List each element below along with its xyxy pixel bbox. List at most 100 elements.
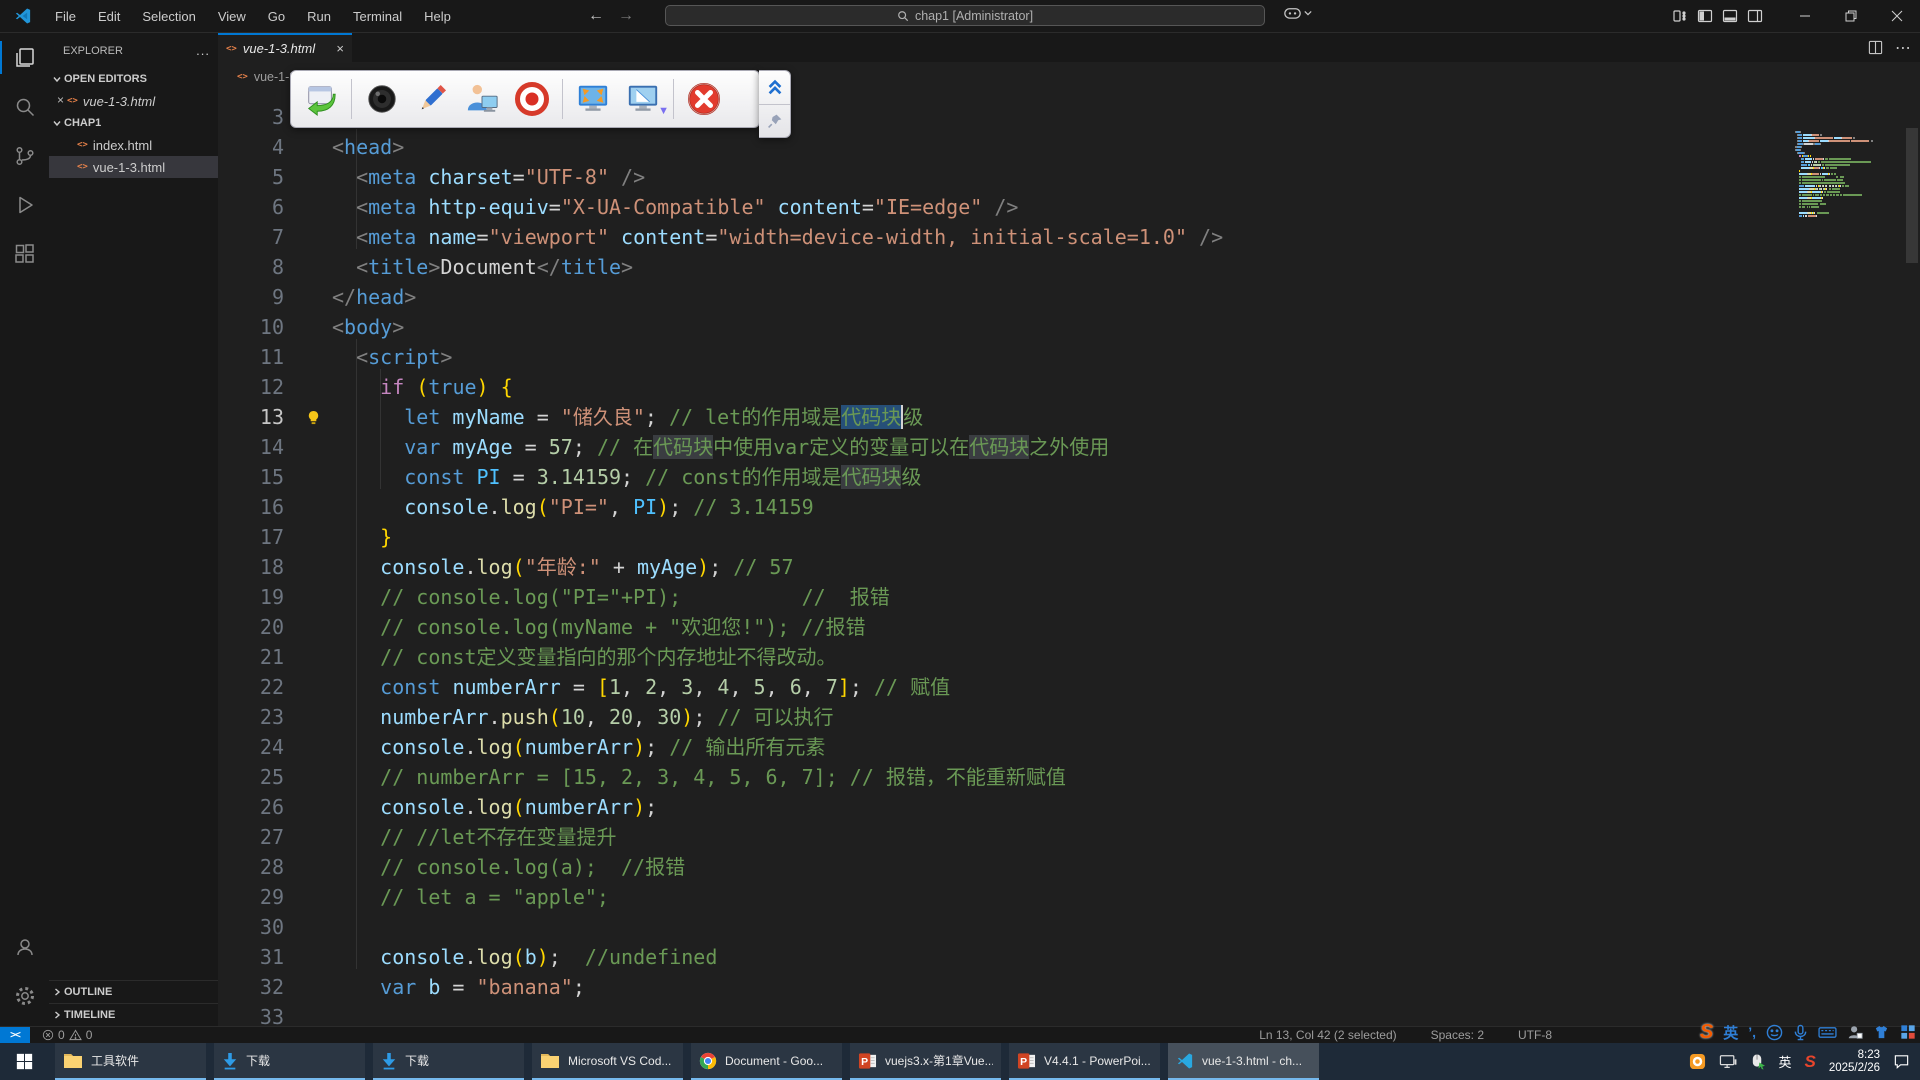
fullscreen-capture-icon[interactable] [571, 75, 615, 123]
settings-gear-icon[interactable] [0, 971, 49, 1020]
lightbulb-icon[interactable] [306, 402, 321, 432]
presenter-icon[interactable] [460, 75, 504, 123]
tray-display-icon[interactable] [1719, 1054, 1737, 1070]
problems-indicator[interactable]: 0 0 [42, 1028, 92, 1042]
code-line[interactable]: 4<head> [218, 132, 1920, 162]
code-line[interactable]: 33 [218, 1002, 1920, 1026]
run-debug-icon[interactable] [0, 180, 49, 229]
menu-item-run[interactable]: Run [298, 5, 340, 28]
toggle-primary-sidebar-icon[interactable] [1697, 8, 1713, 24]
code-line[interactable]: 12 if (true) { [218, 372, 1920, 402]
shirt-icon[interactable] [1873, 1024, 1890, 1040]
toggle-panel-icon[interactable] [1722, 8, 1738, 24]
sidebar-more-icon[interactable]: ... [196, 43, 210, 58]
sogou-logo-icon[interactable]: S [1700, 1021, 1713, 1044]
toggle-secondary-sidebar-icon[interactable] [1747, 8, 1763, 24]
keyboard-icon[interactable] [1818, 1025, 1837, 1040]
code-line[interactable]: 28 // console.log(a); //报错 [218, 852, 1920, 882]
stop-icon[interactable] [682, 75, 726, 123]
smiley-icon[interactable] [1766, 1024, 1783, 1041]
tab-close-icon[interactable]: × [336, 41, 344, 56]
section-header-chap1[interactable]: CHAP1 [49, 112, 218, 134]
code-line[interactable]: 31 console.log(b); //undefined [218, 942, 1920, 972]
taskbar-button-vue-1-3.html---ch...[interactable]: vue-1-3.html - ch... [1168, 1043, 1319, 1080]
record-icon[interactable] [510, 75, 554, 123]
taskbar-button-下载[interactable]: 下载 [214, 1043, 365, 1080]
code-line[interactable]: 32 var b = "banana"; [218, 972, 1920, 1002]
lens-icon[interactable] [360, 75, 404, 123]
code-line[interactable]: 9</head> [218, 282, 1920, 312]
collapse-up-icon[interactable] [759, 71, 790, 104]
back-button[interactable]: ← [588, 7, 604, 25]
ime-punctuation-toggle[interactable]: ’, [1748, 1024, 1756, 1040]
menu-item-selection[interactable]: Selection [133, 5, 204, 28]
code-line[interactable]: 29 // let a = "apple"; [218, 882, 1920, 912]
taskbar-button-Document---Goo...[interactable]: Document - Goo... [691, 1043, 842, 1080]
close-icon[interactable] [1874, 0, 1920, 32]
code-line[interactable]: 30 [218, 912, 1920, 942]
code-line[interactable]: 18 console.log("年龄:" + myAge); // 57 [218, 552, 1920, 582]
restore-window-icon[interactable] [299, 75, 343, 123]
section-header-open-editors[interactable]: OPEN EDITORS [49, 68, 218, 90]
code-line[interactable]: 21 // const定义变量指向的那个内存地址不得改动。 [218, 642, 1920, 672]
menu-item-help[interactable]: Help [415, 5, 460, 28]
tray-recorder-icon[interactable] [1689, 1053, 1706, 1070]
tab-vue-1-3[interactable]: <> vue-1-3.html × [218, 33, 352, 62]
taskbar-button-vuejs3.x-第1章Vue...[interactable]: Pvuejs3.x-第1章Vue... [850, 1043, 1001, 1080]
command-center-search[interactable]: chap1 [Administrator] [665, 5, 1265, 26]
section-header-outline[interactable]: OUTLINE [49, 980, 218, 1003]
restore-icon[interactable] [1828, 0, 1874, 32]
menu-item-view[interactable]: View [209, 5, 255, 28]
minimize-icon[interactable] [1782, 0, 1828, 32]
forward-button[interactable]: → [618, 7, 634, 25]
tray-sogou-icon[interactable]: S [1804, 1052, 1815, 1072]
file-item-index.html[interactable]: <>index.html [49, 134, 218, 156]
mic-icon[interactable] [1793, 1024, 1808, 1041]
encoding[interactable]: UTF-8 [1518, 1028, 1552, 1042]
indentation[interactable]: Spaces: 2 [1431, 1028, 1484, 1042]
explorer-view-icon[interactable] [0, 33, 49, 82]
account-icon[interactable] [0, 922, 49, 971]
region-capture-icon[interactable]: ▼ [621, 75, 665, 123]
ime-mode-toggle[interactable]: 英 [1723, 1022, 1738, 1043]
person-icon[interactable] [1847, 1024, 1863, 1040]
more-actions-icon[interactable]: ⋯ [1895, 38, 1912, 58]
code-line[interactable]: 16 console.log("PI=", PI); // 3.14159 [218, 492, 1920, 522]
customize-layout-icon[interactable] [1672, 8, 1688, 24]
code-line[interactable]: 19 // console.log("PI="+PI); // 报错 [218, 582, 1920, 612]
code-line[interactable]: 20 // console.log(myName + "欢迎您!"); //报错 [218, 612, 1920, 642]
draw-pencil-icon[interactable] [410, 75, 454, 123]
code-line[interactable]: 17 } [218, 522, 1920, 552]
cursor-position[interactable]: Ln 13, Col 42 (2 selected) [1259, 1028, 1396, 1042]
tray-mouse-icon[interactable] [1750, 1053, 1765, 1070]
code-line[interactable]: 27 // //let不存在变量提升 [218, 822, 1920, 852]
extensions-icon[interactable] [0, 229, 49, 278]
search-view-icon[interactable] [0, 82, 49, 131]
code-line[interactable]: 6 <meta http-equiv="X-UA-Compatible" con… [218, 192, 1920, 222]
file-item-vue-1-3.html[interactable]: ×<>vue-1-3.html [49, 90, 218, 112]
menu-item-terminal[interactable]: Terminal [344, 5, 411, 28]
remote-indicator[interactable]: >< [0, 1027, 30, 1043]
taskbar-button-下载[interactable]: 下载 [373, 1043, 524, 1080]
pin-icon[interactable] [759, 104, 790, 138]
toolbox-icon[interactable] [1900, 1024, 1916, 1040]
taskbar-button-Microsoft-VS-Cod...[interactable]: Microsoft VS Cod... [532, 1043, 683, 1080]
code-line[interactable]: 14 var myAge = 57; // 在代码块中使用var定义的变量可以在… [218, 432, 1920, 462]
menu-item-go[interactable]: Go [259, 5, 294, 28]
section-header-timeline[interactable]: TIMELINE [49, 1003, 218, 1026]
vertical-scrollbar[interactable] [1906, 128, 1918, 263]
taskbar-button-V4.4.1---PowerPoi...[interactable]: PV4.4.1 - PowerPoi... [1009, 1043, 1160, 1080]
taskbar-clock[interactable]: 8:23 2025/2/26 [1829, 1049, 1880, 1075]
code-line[interactable]: 22 const numberArr = [1, 2, 3, 4, 5, 6, … [218, 672, 1920, 702]
menu-item-file[interactable]: File [46, 5, 85, 28]
file-item-vue-1-3.html[interactable]: <>vue-1-3.html [49, 156, 218, 178]
copilot-button[interactable] [1284, 6, 1312, 20]
close-editor-icon[interactable]: × [57, 93, 64, 107]
code-line[interactable]: 8 <title>Document</title> [218, 252, 1920, 282]
dropdown-caret-icon[interactable]: ▼ [658, 105, 669, 117]
tray-ime-indicator[interactable]: 英 [1778, 1052, 1791, 1071]
start-button[interactable] [0, 1043, 48, 1080]
code-line[interactable]: 15 const PI = 3.14159; // const的作用域是代码块级 [218, 462, 1920, 492]
taskbar-button-工具软件[interactable]: 工具软件 [55, 1043, 206, 1080]
code-line[interactable]: 5 <meta charset="UTF-8" /> [218, 162, 1920, 192]
